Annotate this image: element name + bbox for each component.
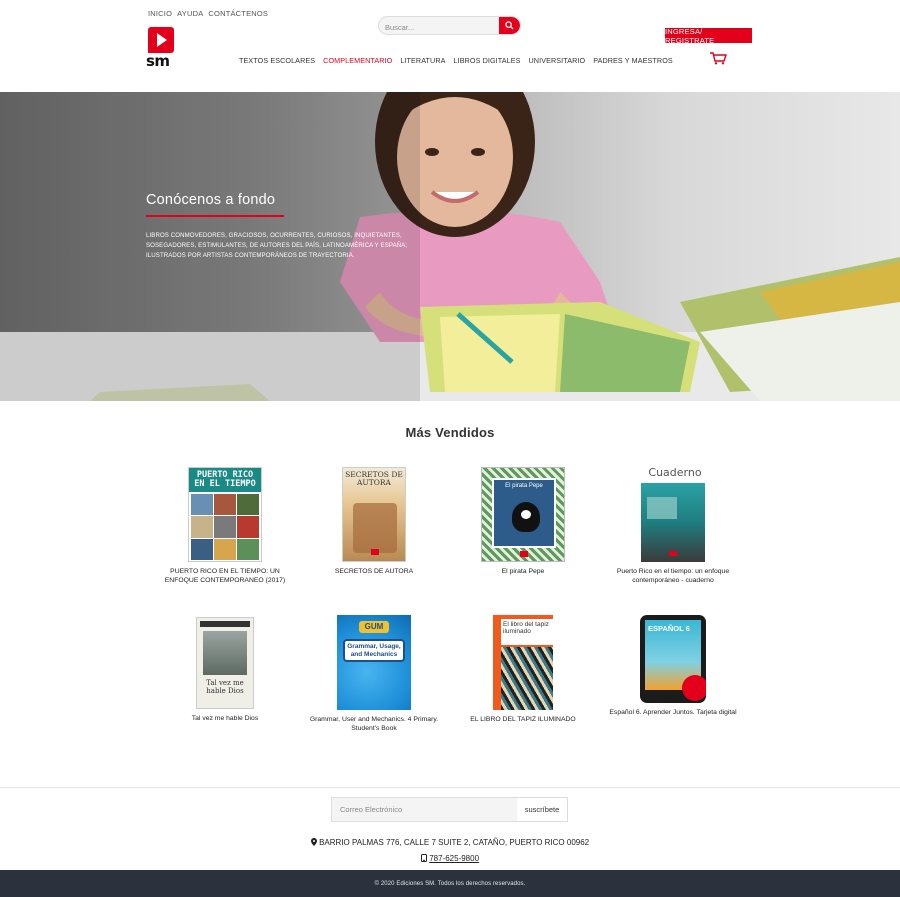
hero-text: Conócenos a fondo LIBROS CONMOVEDORES, G… <box>146 192 436 260</box>
cart-icon[interactable] <box>709 51 727 65</box>
nav-complementario[interactable]: COMPLEMENTARIO <box>323 56 392 65</box>
book-cover-text: ESPAÑOL 6 <box>648 624 690 633</box>
book-cover-text: El libro del tapiz iluminado <box>501 619 553 645</box>
book-card[interactable]: SECRETOS DE AUTORA SECRETOS DE AUTORA <box>299 467 449 576</box>
hero-description: LIBROS CONMOVEDORES, GRACIOSOS, OCURRENT… <box>146 232 408 259</box>
book-title[interactable]: Tal vez me hable Dios <box>150 714 300 723</box>
nav-libros-digitales[interactable]: LIBROS DIGITALES <box>454 56 521 65</box>
book-cover-text: Cuaderno <box>648 467 702 479</box>
email-field[interactable] <box>332 798 517 821</box>
top-link-ayuda[interactable]: AYUDA <box>177 9 203 18</box>
hero-banner: Conócenos a fondo LIBROS CONMOVEDORES, G… <box>0 92 900 401</box>
book-title[interactable]: PUERTO RICO EN EL TIEMPO: UN ENFOQUE CON… <box>150 567 300 585</box>
hero-title: Conócenos a fondo <box>146 192 276 208</box>
book-cover-text: PUERTO RICO EN EL TIEMPO <box>189 468 261 492</box>
book-cover: El libro del tapiz iluminado <box>493 615 553 710</box>
hero-photo <box>0 92 900 401</box>
top-link-contactenos[interactable]: CONTÁCTENOS <box>208 9 268 18</box>
site-header: INICIO AYUDA CONTÁCTENOS sm TEXTOS ESCOL… <box>0 0 900 92</box>
book-card[interactable]: GUM Grammar, Usage, and Mechanics Gramma… <box>299 615 449 733</box>
book-card[interactable]: PUERTO RICO EN EL TIEMPO PUERTO RICO EN … <box>150 467 300 585</box>
footer-divider <box>0 787 900 788</box>
book-cover: ESPAÑOL 6 <box>640 615 706 703</box>
search-bar <box>378 16 521 35</box>
phone-icon <box>420 854 427 862</box>
book-cover: GUM Grammar, Usage, and Mechanics <box>337 615 411 710</box>
book-title[interactable]: SECRETOS DE AUTORA <box>299 567 449 576</box>
phone-link[interactable]: 787-625-9800 <box>429 854 479 863</box>
footer-phone: 787-625-9800 <box>0 854 900 863</box>
top-link-inicio[interactable]: INICIO <box>148 9 172 18</box>
book-title[interactable]: El pirata Pepe <box>448 567 598 576</box>
book-card[interactable]: Cuaderno Puerto Rico en el tiempo: un en… <box>598 467 748 585</box>
book-cover: SECRETOS DE AUTORA <box>342 467 406 562</box>
search-input[interactable] <box>379 19 499 34</box>
book-cover-text: El pirata Pepe <box>505 483 543 489</box>
search-button[interactable] <box>499 17 520 34</box>
address-text: BARRIO PALMAS 776, CALLE 7 SUITE 2, CATA… <box>319 838 590 847</box>
top-links: INICIO AYUDA CONTÁCTENOS <box>148 9 268 18</box>
book-cover-text: Tal vez me hable Dios <box>206 679 244 695</box>
hero-title-underline <box>146 215 284 217</box>
sm-logo[interactable]: sm <box>146 27 176 69</box>
book-cover: El pirata Pepe <box>481 467 565 562</box>
book-cover: PUERTO RICO EN EL TIEMPO <box>188 467 262 562</box>
nav-textos-escolares[interactable]: TEXTOS ESCOLARES <box>239 56 315 65</box>
book-card[interactable]: Tal vez me hable Dios Tal vez me hable D… <box>150 617 300 723</box>
copyright-bar: © 2020 Ediciones SM. Todos los derechos … <box>0 870 900 897</box>
book-card[interactable]: ESPAÑOL 6 Español 6. Aprender Juntos. Ta… <box>598 615 748 717</box>
nav-universitario[interactable]: UNIVERSITARIO <box>529 56 586 65</box>
book-cover-text: SECRETOS DE AUTORA <box>345 470 403 487</box>
search-icon <box>505 21 514 30</box>
main-nav: TEXTOS ESCOLARES COMPLEMENTARIO LITERATU… <box>239 56 673 65</box>
newsletter-form: suscríbete <box>331 797 568 822</box>
book-title[interactable]: EL LIBRO DEL TAPIZ ILUMINADO <box>448 715 598 724</box>
play-logo-icon <box>148 27 174 53</box>
footer-address: BARRIO PALMAS 776, CALLE 7 SUITE 2, CATA… <box>0 838 900 847</box>
book-cover: Cuaderno <box>639 467 707 562</box>
book-cover-mosaic <box>189 492 261 561</box>
book-cover-text: Grammar, Usage, and Mechanics <box>343 639 405 662</box>
book-cover: Tal vez me hable Dios <box>196 617 254 709</box>
logo-text: sm <box>146 52 170 70</box>
nav-literatura[interactable]: LITERATURA <box>400 56 445 65</box>
login-register-button[interactable]: INGRESA/ REGISTRATE <box>665 27 752 45</box>
subscribe-button[interactable]: suscríbete <box>517 798 567 821</box>
book-title[interactable]: Grammar, User and Mechanics. 4 Primary. … <box>299 715 449 733</box>
location-pin-icon <box>310 838 317 846</box>
book-title[interactable]: Puerto Rico en el tiempo: un enfoque con… <box>598 567 748 585</box>
book-card[interactable]: El libro del tapiz iluminado EL LIBRO DE… <box>448 615 598 724</box>
book-card[interactable]: El pirata Pepe El pirata Pepe <box>448 467 598 576</box>
best-sellers-title: Más Vendidos <box>405 425 495 440</box>
book-title[interactable]: Español 6. Aprender Juntos. Tarjeta digi… <box>598 708 748 717</box>
nav-padres-y-maestros[interactable]: PADRES Y MAESTROS <box>593 56 673 65</box>
